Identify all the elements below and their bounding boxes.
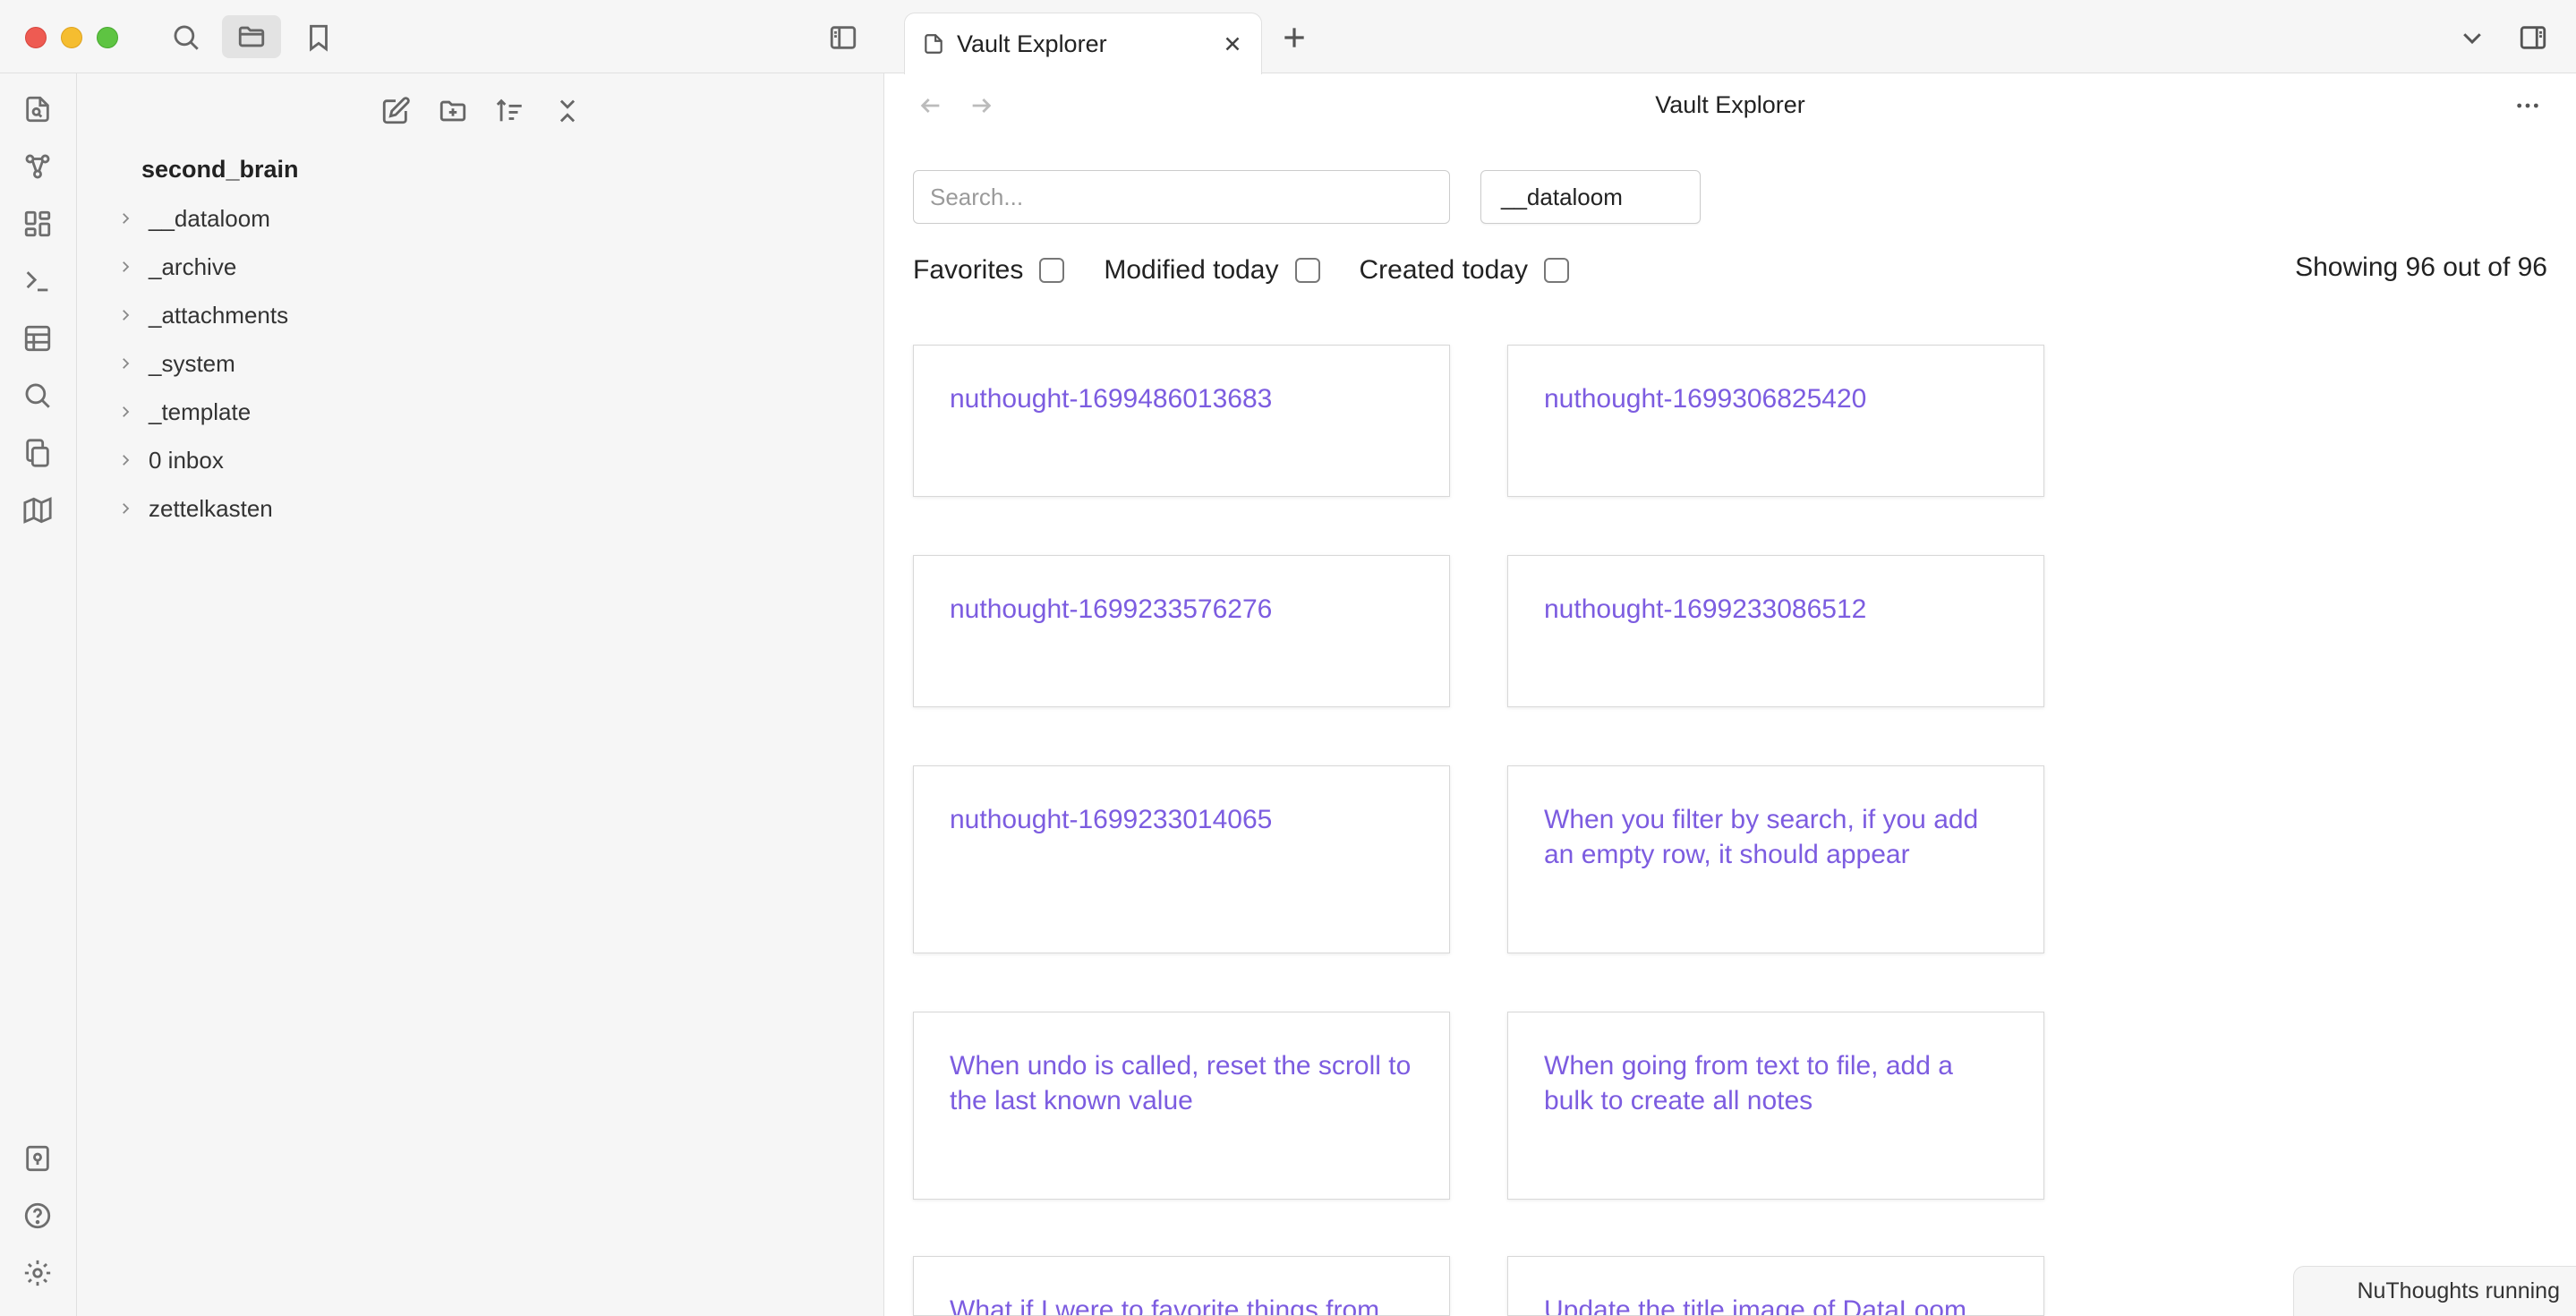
folder-item[interactable]: _attachments [109,295,288,335]
card-title[interactable]: What if I were to favorite things from [950,1293,1413,1315]
canvas-icon[interactable] [20,206,55,242]
chevron-down-icon[interactable] [2454,20,2490,56]
note-card[interactable]: nuthought-1699486013683 [913,345,1450,497]
search-input[interactable] [913,170,1450,224]
close-window-button[interactable] [25,27,47,48]
new-folder-icon[interactable] [433,91,473,131]
status-text: NuThoughts running [2357,1278,2560,1303]
folder-item[interactable]: _archive [109,247,236,286]
tab-vault-explorer[interactable]: Vault Explorer [904,13,1262,74]
graph-view-icon[interactable] [20,149,55,184]
vault-switcher-icon[interactable] [20,1141,55,1176]
copy-icon[interactable] [20,435,55,471]
note-card[interactable]: When you filter by search, if you add an… [1507,765,2044,953]
chevron-right-icon[interactable] [109,396,141,428]
folder-label: _system [149,349,235,377]
filter-label: Created today [1359,255,1528,285]
note-card[interactable]: When undo is called, reset the scroll to… [913,1012,1450,1200]
folder-item[interactable]: __dataloom [109,199,270,238]
status-bar: NuThoughts running [2293,1266,2576,1316]
map-icon[interactable] [20,492,55,528]
favorites-filter[interactable]: Favorites [913,255,1065,286]
note-card[interactable]: nuthought-1699306825420 [1507,345,2044,497]
card-title[interactable]: nuthought-1699486013683 [950,381,1413,416]
filter-row: Favorites Modified today Created today [913,251,1608,290]
folder-icon[interactable] [222,15,281,58]
card-title[interactable]: When undo is called, reset the scroll to… [950,1048,1413,1118]
search-icon[interactable] [20,378,55,414]
folder-label: zettelkasten [149,494,273,522]
chevron-right-icon[interactable] [109,299,141,331]
close-icon[interactable] [1216,28,1249,60]
collapse-all-icon[interactable] [548,91,587,131]
left-titlebar [0,0,884,73]
note-card[interactable]: Update the title image of DataLoom [1507,1256,2044,1316]
created-today-checkbox[interactable] [1543,258,1569,283]
maximize-window-button[interactable] [97,27,118,48]
view-title: Vault Explorer [1655,91,1805,118]
document-icon [921,31,946,56]
card-title[interactable]: When you filter by search, if you add an… [1544,802,2008,872]
card-title[interactable]: Update the title image of DataLoom [1544,1293,2008,1315]
tab-title: Vault Explorer [957,30,1107,57]
new-note-icon[interactable] [376,91,415,131]
card-title[interactable]: When going from text to file, add a bulk… [1544,1048,2008,1118]
folder-item[interactable]: zettelkasten [109,489,273,528]
favorites-checkbox[interactable] [1039,258,1065,283]
folder-item[interactable]: _template [109,392,251,432]
ribbon [0,73,77,1316]
folder-label: __dataloom [149,204,270,232]
chevron-right-icon[interactable] [109,492,141,525]
folder-label: _attachments [149,301,289,329]
folder-item[interactable]: 0 inbox [109,440,224,480]
chevron-right-icon[interactable] [109,347,141,380]
chevron-right-icon[interactable] [109,444,141,476]
filter-label: Favorites [913,255,1024,285]
vault-name[interactable]: second_brain [141,156,299,184]
card-title[interactable]: nuthought-1699233086512 [1544,592,2008,627]
tab-bar: Vault Explorer [884,0,2576,74]
minimize-window-button[interactable] [61,27,82,48]
table-icon[interactable] [20,320,55,356]
folder-label: _archive [149,252,237,280]
file-explorer: second_brain __dataloom _archive _attach… [77,73,884,1316]
note-card[interactable]: nuthought-1699233086512 [1507,555,2044,707]
bookmark-icon[interactable] [299,18,338,57]
card-title[interactable]: nuthought-1699306825420 [1544,381,2008,416]
help-icon[interactable] [20,1198,55,1234]
note-card[interactable]: When going from text to file, add a bulk… [1507,1012,2044,1200]
folder-item[interactable]: _system [109,344,235,383]
settings-icon[interactable] [20,1255,55,1291]
result-count: Showing 96 out of 96 [2295,252,2547,282]
search-icon[interactable] [166,18,206,57]
app-window: second_brain __dataloom _archive _attach… [0,0,2576,1316]
view-header: Vault Explorer [884,73,2576,138]
card-title[interactable]: nuthought-1699233576276 [950,592,1413,627]
note-card[interactable]: nuthought-1699233576276 [913,555,1450,707]
created-today-filter[interactable]: Created today [1360,255,1569,286]
card-title[interactable]: nuthought-1699233014065 [950,802,1413,837]
filter-label: Modified today [1104,255,1279,285]
new-tab-icon[interactable] [1275,18,1314,57]
sort-icon[interactable] [490,91,530,131]
command-palette-icon[interactable] [20,263,55,299]
main-area: Vault Explorer Vault Explorer Search... … [884,0,2576,1316]
more-options-icon[interactable] [2508,88,2547,124]
right-sidebar-toggle-icon[interactable] [2513,18,2553,57]
sidebar-toggle-icon[interactable] [823,18,863,57]
open-quick-switcher-icon[interactable] [20,91,55,127]
chevron-right-icon[interactable] [109,202,141,235]
folder-label: _template [149,397,252,425]
folder-filter-select[interactable]: __dataloom [1480,170,1701,224]
folder-label: 0 inbox [149,446,224,474]
modified-today-filter[interactable]: Modified today [1104,255,1320,286]
note-card[interactable]: nuthought-1699233014065 [913,765,1450,953]
modified-today-checkbox[interactable] [1294,258,1320,283]
note-card[interactable]: What if I were to favorite things from [913,1256,1450,1316]
chevron-right-icon[interactable] [109,251,141,283]
